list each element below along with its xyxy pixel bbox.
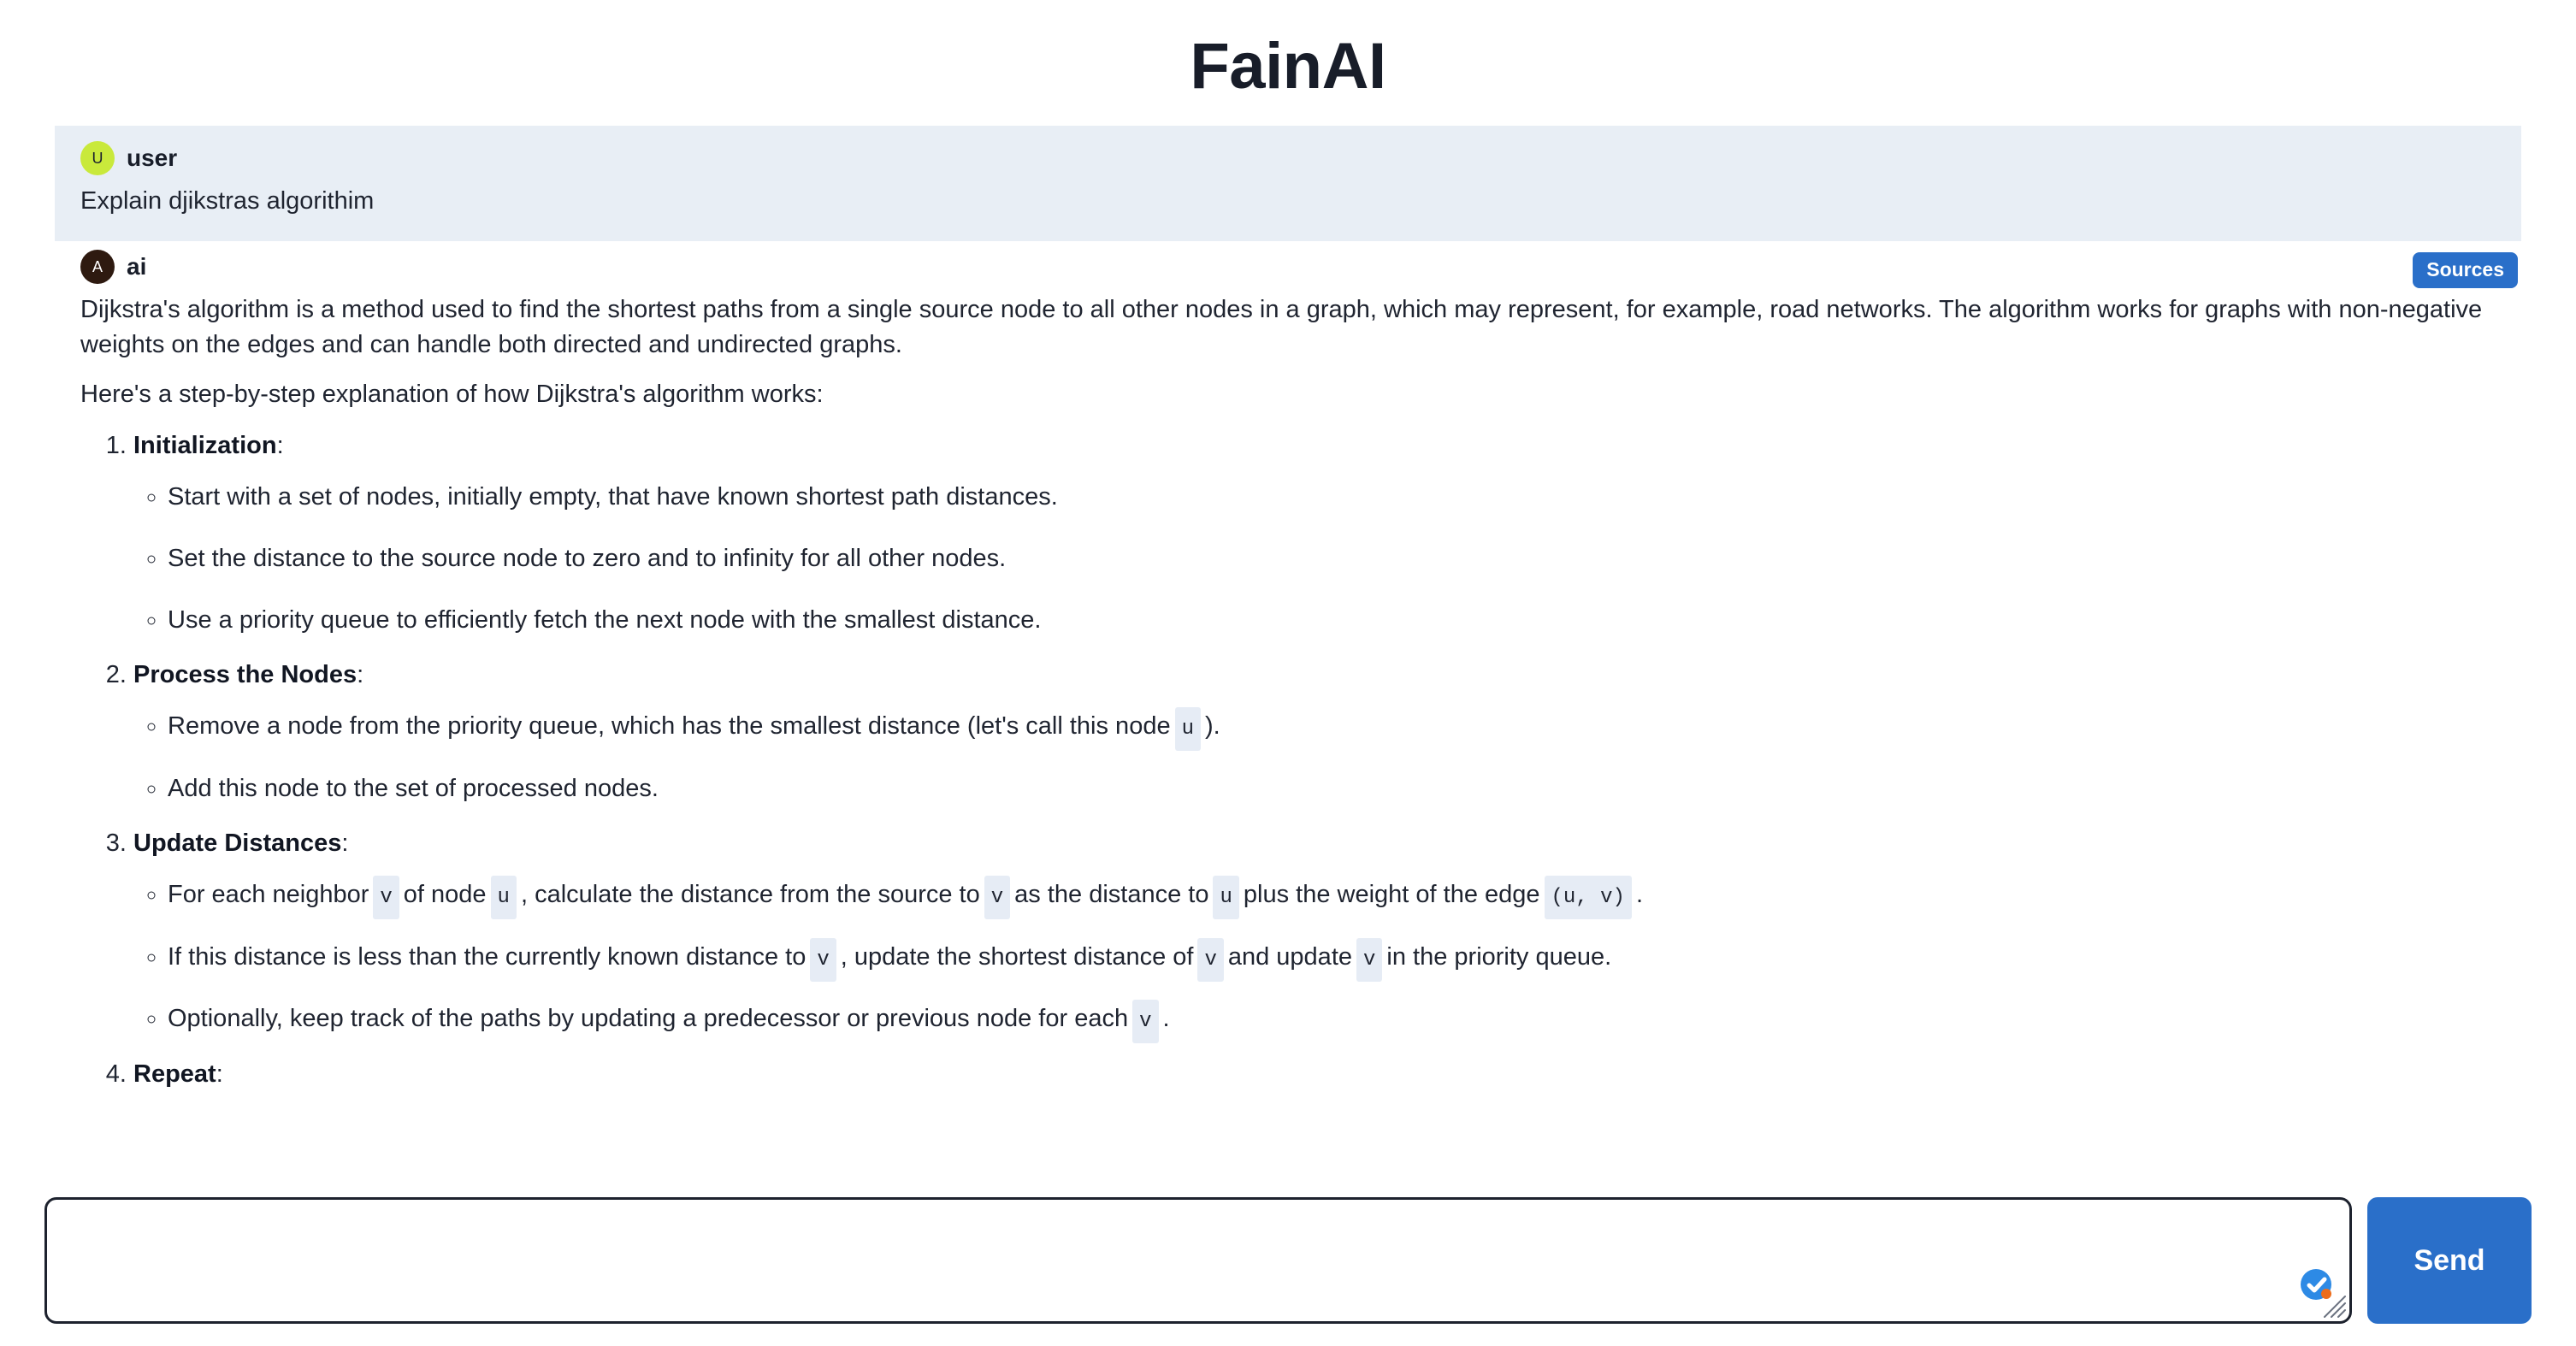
answer-bullet: Optionally, keep track of the paths by u… <box>168 1000 2496 1044</box>
bullet-text: ). <box>1204 711 1220 740</box>
bullet-text: , update the shortest distance of <box>840 942 1194 971</box>
sources-button[interactable]: Sources <box>2413 252 2518 289</box>
answer-paragraph-1: Dijkstra's algorithm is a method used to… <box>80 296 2483 359</box>
answer-step-title: Repeat <box>133 1060 216 1089</box>
user-message-text: Explain djikstras algorithim <box>80 187 375 215</box>
bullet-text: and update <box>1227 942 1353 971</box>
message-input[interactable] <box>44 1197 2352 1324</box>
answer-step: Initialization: Start with a set of nodes… <box>133 428 2496 638</box>
chat-transcript: U user Explain djikstras algorithim A ai… <box>0 126 2576 1197</box>
bullet-text: Optionally, keep track of the paths by u… <box>168 1005 1129 1033</box>
bullet-text: For each neighbor <box>168 880 369 908</box>
answer-step-bullets: Remove a node from the priority queue, w… <box>133 706 2496 806</box>
inline-code: u <box>1213 875 1239 919</box>
message-user: U user Explain djikstras algorithim <box>55 126 2521 242</box>
bullet-text: as the distance to <box>1014 880 1209 908</box>
inline-code: v <box>1197 937 1224 982</box>
answer-step-title: Process the Nodes <box>133 660 357 688</box>
bullet-text: in the priority queue. <box>1386 942 1612 971</box>
answer-body: Dijkstra's algorithm is a method used to… <box>80 292 2496 1092</box>
inline-code: v <box>1132 1000 1159 1044</box>
bullet-text: . <box>1162 1005 1170 1033</box>
answer-bullet: Use a priority queue to efficiently fetc… <box>168 602 2496 638</box>
answer-step-title: Update Distances <box>133 829 342 857</box>
answer-step: Repeat: <box>133 1056 2496 1092</box>
message-header: U user <box>80 141 2496 175</box>
answer-bullet: If this distance is less than the curren… <box>168 937 2496 982</box>
answer-step-title: Initialization <box>133 431 277 459</box>
answer-step-colon: : <box>357 660 364 688</box>
answer-step-colon: : <box>216 1060 223 1089</box>
inline-code: v <box>984 875 1011 919</box>
bullet-text: Add this node to the set of processed no… <box>168 774 659 802</box>
bullet-text: Remove a node from the priority queue, w… <box>168 711 1171 740</box>
answer-step-bullets: For each neighborvof nodeu, calculate th… <box>133 875 2496 1044</box>
answer-step-colon: : <box>276 431 284 459</box>
bullet-text: of node <box>403 880 487 908</box>
page-title: FainAI <box>1190 30 1386 103</box>
bullet-text: Use a priority queue to efficiently fetc… <box>168 605 1042 634</box>
bullet-text: , calculate the distance from the source… <box>520 880 980 908</box>
inline-code: v <box>810 937 836 982</box>
answer-bullet: Remove a node from the priority queue, w… <box>168 706 2496 751</box>
bullet-text: plus the weight of the edge <box>1243 880 1540 908</box>
role-label-user: user <box>127 145 178 171</box>
bullet-text: If this distance is less than the curren… <box>168 942 806 971</box>
inline-code: v <box>373 875 399 919</box>
message-header: A ai <box>80 250 2496 285</box>
answer-step: Update Distances:For each neighborvof no… <box>133 825 2496 1044</box>
role-label-ai: ai <box>127 253 147 280</box>
answer-bullet: For each neighborvof nodeu, calculate th… <box>168 875 2496 919</box>
answer-step: Process the Nodes: Remove a node from the… <box>133 657 2496 806</box>
composer-field-wrap <box>44 1197 2352 1324</box>
avatar-ai: A <box>80 250 115 285</box>
answer-bullet: Set the distance to the source node to z… <box>168 540 2496 576</box>
answer-bullet: Add this node to the set of processed no… <box>168 770 2496 806</box>
answer-step-colon: : <box>341 829 349 857</box>
send-button[interactable]: Send <box>2367 1197 2532 1324</box>
message-ai: A ai Sources Dijkstra's algorithm is a m… <box>55 241 2521 1093</box>
bullet-text: Start with a set of nodes, initially emp… <box>168 482 1058 511</box>
bullet-text: . <box>1635 880 1644 908</box>
avatar-user: U <box>80 141 115 175</box>
inline-code: u <box>1174 706 1201 751</box>
composer: Send <box>44 1197 2532 1324</box>
inline-code: v <box>1356 937 1383 982</box>
app-root: FainAI U user Explain djikstras algorith… <box>0 0 2576 1346</box>
answer-steps-list: Initialization: Start with a set of nodes… <box>80 428 2496 1093</box>
inline-code: u <box>490 875 517 919</box>
bullet-text: Set the distance to the source node to z… <box>168 544 1007 572</box>
answer-paragraph-2: Here's a step-by-step explanation of how… <box>80 380 824 408</box>
inline-code: (u, v) <box>1544 875 1632 919</box>
answer-bullet: Start with a set of nodes, initially emp… <box>168 479 2496 515</box>
answer-step-bullets: Start with a set of nodes, initially emp… <box>133 479 2496 638</box>
